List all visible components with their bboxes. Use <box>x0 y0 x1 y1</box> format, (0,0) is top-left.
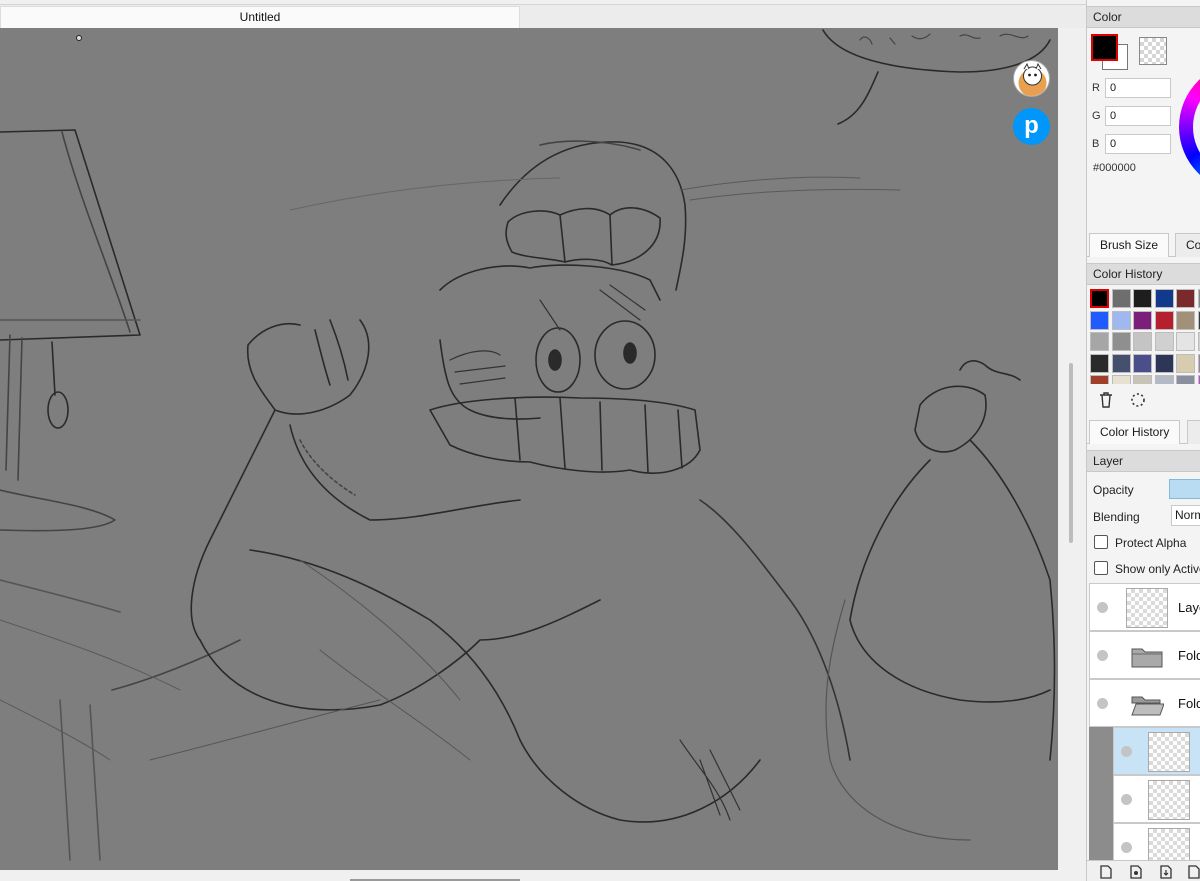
tab-brush-size[interactable]: Brush Size <box>1089 233 1170 257</box>
r-label: R <box>1092 82 1100 94</box>
layer-name: Layer <box>1178 600 1200 615</box>
color-history-swatch[interactable] <box>1154 310 1174 330</box>
vertical-scroll-thumb[interactable] <box>1069 363 1073 543</box>
visibility-toggle[interactable] <box>1121 794 1132 805</box>
color-history-swatch[interactable] <box>1111 375 1131 384</box>
history-tab-row: Color History <box>1087 420 1200 444</box>
tab-second[interactable]: Co <box>1175 233 1200 257</box>
copy-layer-icon[interactable] <box>1129 865 1143 879</box>
color-history-swatch[interactable] <box>1111 353 1131 373</box>
layer-name: Folder <box>1178 648 1200 663</box>
color-wheel[interactable] <box>1179 62 1200 192</box>
layer-actions-bar <box>1087 860 1200 881</box>
b-value-input[interactable]: 0 <box>1105 134 1171 154</box>
layer-name: Folder <box>1178 696 1200 711</box>
layer-row[interactable]: Folder <box>1089 679 1200 727</box>
protect-alpha-label: Protect Alpha <box>1115 536 1187 550</box>
color-history-swatch[interactable] <box>1154 375 1174 384</box>
color-history-swatch[interactable] <box>1090 310 1109 330</box>
opacity-slider[interactable] <box>1169 479 1200 499</box>
b-label: B <box>1092 138 1100 150</box>
color-history-swatch[interactable] <box>1176 353 1195 373</box>
blending-label: Blending <box>1093 510 1140 524</box>
folder-closed-icon <box>1131 648 1163 668</box>
color-history-swatch[interactable] <box>1090 332 1109 351</box>
pixiv-logo-icon[interactable]: p <box>1013 108 1050 145</box>
layer-row[interactable] <box>1113 775 1200 823</box>
color-history-swatch[interactable] <box>1111 332 1131 351</box>
color-history-swatch[interactable] <box>1176 289 1195 308</box>
canvas-vertical-scrollbar[interactable] <box>1058 28 1086 870</box>
color-history-swatch[interactable] <box>1133 332 1152 351</box>
show-only-active-checkbox[interactable] <box>1094 561 1108 575</box>
trash-icon[interactable] <box>1097 392 1115 410</box>
color-history-swatch[interactable] <box>1133 289 1152 308</box>
more-layer-icon[interactable] <box>1187 865 1200 879</box>
folder-group-bar <box>1089 727 1113 860</box>
tool-tab-row: Brush Size Co <box>1087 233 1200 257</box>
hex-value: #000000 <box>1093 162 1136 174</box>
tab-extra[interactable] <box>1187 420 1200 444</box>
layer-panel-header: Layer <box>1087 450 1200 472</box>
visibility-toggle[interactable] <box>1097 602 1108 613</box>
sketch-artwork <box>0 29 1056 861</box>
color-history-swatch[interactable] <box>1090 289 1109 308</box>
color-history-swatch[interactable] <box>1133 310 1152 330</box>
g-label: G <box>1092 110 1101 122</box>
visibility-toggle[interactable] <box>1097 698 1108 709</box>
protect-alpha-checkbox[interactable] <box>1094 535 1108 549</box>
tab-color-history[interactable]: Color History <box>1089 420 1181 444</box>
layer-row-selected[interactable] <box>1113 727 1200 775</box>
color-history-swatch[interactable] <box>1133 375 1152 384</box>
new-layer-icon[interactable] <box>1099 865 1113 879</box>
color-history-swatch[interactable] <box>1154 332 1174 351</box>
layer-thumbnail <box>1148 732 1190 772</box>
transparent-color-swatch[interactable] <box>1139 37 1167 65</box>
color-history-swatch[interactable] <box>1176 310 1195 330</box>
color-history-swatch[interactable] <box>1090 375 1109 384</box>
visibility-toggle[interactable] <box>1121 746 1132 757</box>
color-history-swatch[interactable] <box>1154 289 1174 308</box>
color-history-swatch[interactable] <box>1176 375 1195 384</box>
dotted-circle-icon[interactable] <box>1129 392 1147 410</box>
visibility-toggle[interactable] <box>1121 842 1132 853</box>
merge-layer-icon[interactable] <box>1159 865 1173 879</box>
color-history-swatch[interactable] <box>1090 353 1109 373</box>
app-window: Untitled p Color R 0 G 0 B 0 #000000 Bru… <box>0 0 1200 881</box>
opacity-label: Opacity <box>1093 483 1134 497</box>
right-panel: Color R 0 G 0 B 0 #000000 Brush Size Co … <box>1086 0 1200 881</box>
color-history-swatch[interactable] <box>1133 353 1152 373</box>
layer-thumbnail <box>1126 588 1168 628</box>
color-history-swatch[interactable] <box>1154 353 1174 373</box>
r-value-input[interactable]: 0 <box>1105 78 1171 98</box>
visibility-toggle[interactable] <box>1097 650 1108 661</box>
layer-row[interactable]: Layer <box>1089 583 1200 631</box>
foreground-color-swatch[interactable] <box>1091 34 1118 61</box>
layer-thumbnail <box>1148 780 1190 820</box>
user-avatar-icon[interactable] <box>1013 60 1050 97</box>
color-panel-header: Color <box>1087 6 1200 28</box>
brush-cursor <box>76 35 82 41</box>
color-history-palette <box>1090 289 1200 384</box>
folder-open-icon <box>1131 696 1164 716</box>
show-only-active-label: Show only Active <box>1115 562 1200 576</box>
blending-select[interactable]: Normal <box>1171 505 1200 526</box>
document-tab-bar: Untitled <box>0 5 1086 28</box>
layer-row[interactable]: Folder <box>1089 631 1200 679</box>
color-history-swatch[interactable] <box>1176 332 1195 351</box>
document-tab[interactable]: Untitled <box>0 6 520 28</box>
color-history-swatch[interactable] <box>1111 289 1131 308</box>
canvas-horizontal-scrollbar[interactable] <box>0 870 1086 881</box>
g-value-input[interactable]: 0 <box>1105 106 1171 126</box>
drawing-canvas[interactable]: p <box>0 28 1058 870</box>
color-history-header: Color History <box>1087 263 1200 285</box>
color-history-swatch[interactable] <box>1111 310 1131 330</box>
